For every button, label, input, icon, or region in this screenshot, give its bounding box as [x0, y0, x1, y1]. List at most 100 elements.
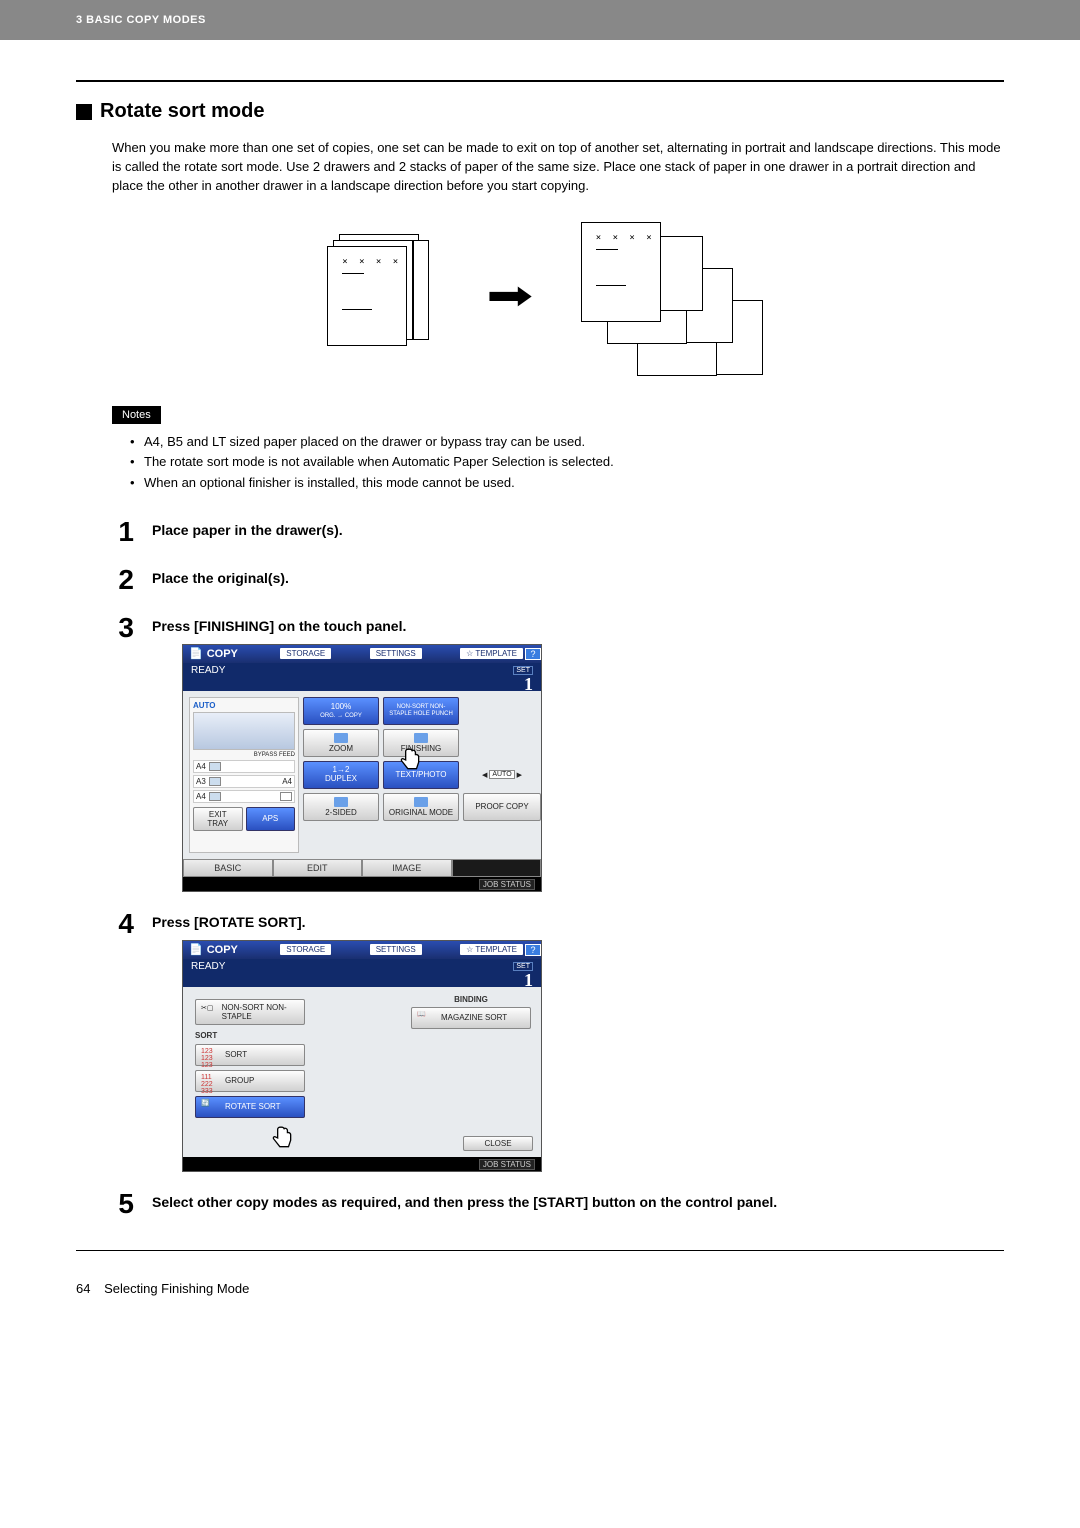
settings-tab[interactable]: SETTINGS: [370, 648, 422, 659]
touch-panel-basic: 📄 COPY STORAGE SETTINGS ☆ TEMPLATE ? REA…: [182, 644, 542, 892]
sort-group-label: SORT: [195, 1031, 305, 1040]
step-1: 1 Place paper in the drawer(s).: [112, 518, 1004, 548]
bypass-feed-label[interactable]: BYPASS FEED: [193, 752, 295, 758]
help-button[interactable]: ?: [525, 944, 541, 956]
exit-tray-button[interactable]: EXIT TRAY: [193, 807, 243, 831]
magazine-icon: 📖: [417, 1011, 435, 1025]
storage-tab[interactable]: STORAGE: [280, 944, 331, 955]
step-title: Select other copy modes as required, and…: [152, 1194, 1004, 1210]
panel-bottom-tabs: BASIC EDIT IMAGE: [183, 859, 541, 877]
finishing-icon: [414, 733, 428, 743]
edit-tab[interactable]: EDIT: [273, 859, 363, 877]
notes-badge: Notes: [112, 406, 161, 424]
sort-icon: 123123123: [201, 1048, 219, 1062]
panel-title-bar: 📄 COPY STORAGE SETTINGS ☆ TEMPLATE ?: [183, 645, 541, 663]
chapter-label: 3 BASIC COPY MODES: [76, 14, 206, 26]
step-number: 3: [112, 614, 134, 642]
binding-label: BINDING: [411, 995, 531, 1004]
copy-count: SET 1: [513, 665, 533, 693]
arrow-right-icon: ➡: [487, 273, 534, 319]
image-tab[interactable]: IMAGE: [362, 859, 452, 877]
close-button[interactable]: CLOSE: [463, 1136, 533, 1151]
help-button[interactable]: ?: [525, 648, 541, 660]
zoom-button[interactable]: ZOOM: [303, 729, 379, 757]
magazine-sort-button[interactable]: 📖 MAGAZINE SORT: [411, 1007, 531, 1029]
storage-tab[interactable]: STORAGE: [280, 648, 331, 659]
original-mode-button[interactable]: ORIGINAL MODE: [383, 793, 459, 821]
step-title: Place paper in the drawer(s).: [152, 522, 1004, 538]
steps-list: 1 Place paper in the drawer(s). 2 Place …: [112, 518, 1004, 1220]
auto-label: AUTO: [193, 701, 295, 710]
blank-tab: [452, 859, 542, 877]
section-title-text: Rotate sort mode: [100, 100, 264, 123]
ready-label: READY: [191, 665, 225, 676]
exposure-slider[interactable]: ◀ AUTO ▶: [463, 761, 541, 789]
step-number: 2: [112, 566, 134, 594]
drawer-row[interactable]: A4: [193, 760, 295, 773]
step-5: 5 Select other copy modes as required, a…: [112, 1190, 1004, 1220]
group-icon: 111222333: [201, 1074, 219, 1088]
footer-title: Selecting Finishing Mode: [104, 1281, 249, 1296]
duplex-mode-button[interactable]: 1→2 DUPLEX: [303, 761, 379, 789]
basic-tab[interactable]: BASIC: [183, 859, 273, 877]
step-number: 5: [112, 1190, 134, 1218]
copy-mode-label: 📄 COPY: [183, 647, 244, 660]
step-number: 4: [112, 910, 134, 938]
step-4: 4 Press [ROTATE SORT]. 📄 COPY STORAGE SE…: [112, 910, 1004, 1172]
job-status-button[interactable]: JOB STATUS: [479, 1159, 535, 1170]
original-mode-icon: [414, 797, 428, 807]
section-title: Rotate sort mode: [76, 100, 1004, 123]
rotate-sort-diagram: × × × × ➡ × × × ×: [76, 216, 1004, 376]
page-number: 64: [76, 1281, 90, 1296]
rotate-sort-button[interactable]: 🔄 ROTATE SORT: [195, 1096, 305, 1118]
copy-count: SET 1: [513, 961, 533, 989]
group-button[interactable]: 111222333 GROUP: [195, 1070, 305, 1092]
template-tab[interactable]: ☆ TEMPLATE: [460, 944, 523, 955]
zoom-icon: [334, 733, 348, 743]
nonsort-button[interactable]: ✂▢ NON-SORT NON-STAPLE: [195, 999, 305, 1025]
panel-title-bar: 📄 COPY STORAGE SETTINGS ☆ TEMPLATE ?: [183, 941, 541, 959]
notes-list: A4, B5 and LT sized paper placed on the …: [130, 432, 1004, 494]
two-sided-button[interactable]: 2-SIDED: [303, 793, 379, 821]
text-photo-button[interactable]: TEXT/PHOTO: [383, 761, 459, 789]
paper-source-panel: AUTO BYPASS FEED A4 A3A4 A4 EXIT TRAY AP…: [189, 697, 299, 853]
drawer-row[interactable]: A3A4: [193, 775, 295, 788]
panel-footer: JOB STATUS: [183, 1157, 541, 1171]
rotate-sort-icon: 🔄: [201, 1100, 219, 1114]
page-header: 3 BASIC COPY MODES: [0, 0, 1080, 40]
template-tab[interactable]: ☆ TEMPLATE: [460, 648, 523, 659]
step-title: Press [FINISHING] on the touch panel.: [152, 618, 1004, 634]
note-item: The rotate sort mode is not available wh…: [130, 452, 1004, 473]
bottom-rule: [76, 1250, 1004, 1251]
aps-button[interactable]: APS: [246, 807, 296, 831]
finishing-button[interactable]: FINISHING: [383, 729, 459, 757]
panel-status-bar: READY SET 1: [183, 959, 541, 987]
ratio-button[interactable]: 100% ORG. → COPY: [303, 697, 379, 725]
diagram-before: × × × ×: [313, 226, 453, 366]
panel-body: ✂▢ NON-SORT NON-STAPLE SORT 123123123 SO…: [183, 987, 541, 1157]
job-status-button[interactable]: JOB STATUS: [479, 879, 535, 890]
page-footer: 64 Selecting Finishing Mode: [0, 1281, 1080, 1316]
drawer-row[interactable]: A4: [193, 790, 295, 803]
panel-body: AUTO BYPASS FEED A4 A3A4 A4 EXIT TRAY AP…: [183, 691, 541, 859]
step-title: Press [ROTATE SORT].: [152, 914, 1004, 930]
diagram-after: × × × ×: [567, 216, 767, 376]
nonsort-status-button[interactable]: NON-SORT NON-STAPLE HOLE PUNCH: [383, 697, 459, 725]
square-bullet-icon: [76, 104, 92, 120]
copy-mode-label: 📄 COPY: [183, 943, 244, 956]
step-2: 2 Place the original(s).: [112, 566, 1004, 596]
panel-footer: JOB STATUS: [183, 877, 541, 891]
step-number: 1: [112, 518, 134, 546]
settings-tab[interactable]: SETTINGS: [370, 944, 422, 955]
step-3: 3 Press [FINISHING] on the touch panel. …: [112, 614, 1004, 892]
note-item: A4, B5 and LT sized paper placed on the …: [130, 432, 1004, 453]
sort-button[interactable]: 123123123 SORT: [195, 1044, 305, 1066]
proof-copy-button[interactable]: PROOF COPY: [463, 793, 541, 821]
ready-label: READY: [191, 961, 225, 972]
step-title: Place the original(s).: [152, 570, 1004, 586]
binding-group: BINDING 📖 MAGAZINE SORT: [411, 993, 531, 1029]
touch-panel-sort: 📄 COPY STORAGE SETTINGS ☆ TEMPLATE ? REA…: [182, 940, 542, 1172]
intro-paragraph: When you make more than one set of copie…: [112, 139, 1004, 196]
top-rule: [76, 80, 1004, 82]
printer-icon: [193, 712, 295, 750]
